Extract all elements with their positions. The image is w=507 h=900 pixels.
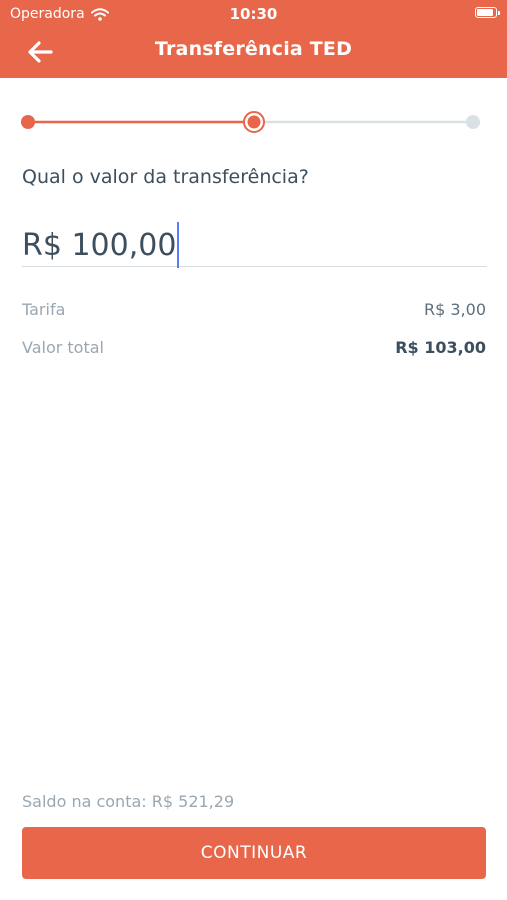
total-value: R$ 103,00: [395, 338, 486, 357]
amount-value-wrapper: R$ 100,00: [22, 222, 180, 268]
battery-icon: [475, 7, 500, 18]
amount-value: R$ 100,00: [22, 227, 177, 263]
page-title: Transferência TED: [154, 38, 353, 60]
amount-question: Qual o valor da transferência?: [22, 166, 309, 188]
amount-input[interactable]: R$ 100,00: [22, 214, 487, 268]
status-bar: Operadora 10:30: [0, 0, 507, 28]
status-time: 10:30: [229, 5, 278, 23]
app-header: Operadora 10:30 Transferência TED: [0, 0, 507, 78]
continue-button[interactable]: CONTINUAR: [22, 827, 486, 879]
fee-label: Tarifa: [22, 300, 66, 319]
account-balance: Saldo na conta: R$ 521,29: [22, 792, 235, 811]
total-row: Valor total R$ 103,00: [22, 338, 486, 357]
fee-value: R$ 3,00: [423, 300, 486, 319]
text-caret: [177, 222, 180, 268]
total-label: Valor total: [22, 338, 104, 357]
step-1-dot: [21, 115, 35, 129]
step-2-dot: [247, 115, 261, 129]
progress-stepper: [21, 111, 480, 133]
fee-row: Tarifa R$ 3,00: [22, 300, 486, 319]
step-3-dot: [466, 115, 480, 129]
